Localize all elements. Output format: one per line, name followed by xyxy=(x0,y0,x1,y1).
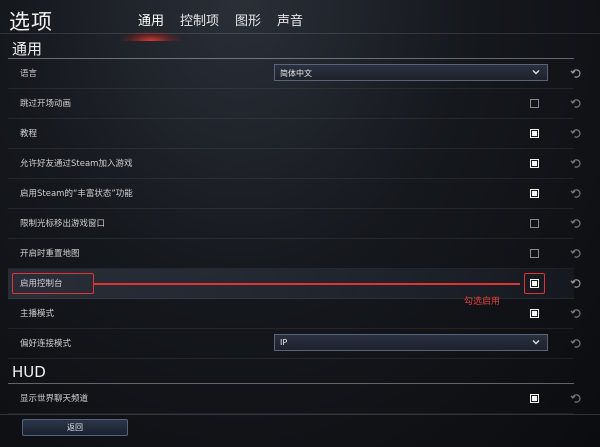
reset-icon[interactable] xyxy=(570,338,581,349)
steam-join-checkbox[interactable] xyxy=(530,159,539,168)
select-value: 简体中文 xyxy=(280,69,312,78)
setting-row-steam-join: 允许好友通过Steam加入游戏 xyxy=(8,149,581,179)
reset-icon[interactable] xyxy=(570,248,581,259)
confine-cursor-checkbox[interactable] xyxy=(530,219,539,228)
connection-mode-select[interactable]: IP xyxy=(274,334,548,351)
reset-icon[interactable] xyxy=(570,158,581,169)
setting-row-connection-mode: 偏好连接模式 IP xyxy=(8,329,581,359)
setting-row-skip-intro: 跳过开场动画 xyxy=(8,89,581,119)
reset-icon[interactable] xyxy=(570,278,581,289)
world-chat-checkbox[interactable] xyxy=(530,394,539,403)
setting-row-rich-presence: 启用Steam的“丰富状态”功能 xyxy=(8,179,581,209)
footer-divider xyxy=(0,414,600,415)
setting-label: 跳过开场动画 xyxy=(20,99,72,109)
rich-presence-checkbox[interactable] xyxy=(530,189,539,198)
setting-label: 显示世界聊天频道 xyxy=(20,394,89,404)
reset-icon[interactable] xyxy=(570,188,581,199)
annotation-label-box xyxy=(12,273,94,294)
page-title: 选项 xyxy=(9,10,53,34)
setting-label: 教程 xyxy=(20,129,38,139)
chevron-down-icon xyxy=(532,340,540,345)
section-title-hud: HUD xyxy=(12,363,46,381)
language-select[interactable]: 简体中文 xyxy=(274,64,548,81)
reset-icon[interactable] xyxy=(570,68,581,79)
select-value: IP xyxy=(280,338,288,347)
setting-row-world-chat: 显示世界聊天频道 xyxy=(8,384,581,414)
setting-label: 限制光标移出游戏窗口 xyxy=(20,219,106,229)
skip-intro-checkbox[interactable] xyxy=(530,99,539,108)
tab-bar: 通用 控制项 图形 声音 xyxy=(119,10,311,41)
reset-map-checkbox[interactable] xyxy=(530,249,539,258)
reset-icon[interactable] xyxy=(570,393,581,404)
setting-label: 开启时重置地图 xyxy=(20,249,80,259)
annotation-connector xyxy=(94,283,520,285)
setting-row-reset-map: 开启时重置地图 xyxy=(8,239,581,269)
setting-row-tutorial: 教程 xyxy=(8,119,581,149)
setting-label: 主播模式 xyxy=(20,309,55,319)
tutorial-checkbox[interactable] xyxy=(530,129,539,138)
section-title-general: 通用 xyxy=(12,40,43,58)
setting-label: 启用Steam的“丰富状态”功能 xyxy=(20,189,133,199)
back-button[interactable]: 返回 xyxy=(22,419,128,436)
setting-label: 语言 xyxy=(20,69,38,79)
tab-sound[interactable]: 声音 xyxy=(269,10,311,29)
streamer-mode-checkbox[interactable] xyxy=(530,309,539,318)
options-header: 选项 通用 控制项 图形 声音 xyxy=(0,0,600,41)
header-divider xyxy=(0,33,600,34)
chevron-down-icon xyxy=(532,70,540,75)
setting-label: 偏好连接模式 xyxy=(20,339,72,349)
setting-row-language: 语言 简体中文 xyxy=(8,59,581,89)
annotation-text: 勾选启用 xyxy=(464,297,501,307)
reset-icon[interactable] xyxy=(570,218,581,229)
tab-controls[interactable]: 控制项 xyxy=(172,10,227,29)
setting-row-confine-cursor: 限制光标移出游戏窗口 xyxy=(8,209,581,239)
reset-icon[interactable] xyxy=(570,128,581,139)
annotation-checkbox-box xyxy=(524,273,545,294)
tab-general[interactable]: 通用 xyxy=(119,10,183,41)
setting-label: 允许好友通过Steam加入游戏 xyxy=(20,159,133,169)
reset-icon[interactable] xyxy=(570,98,581,109)
reset-icon[interactable] xyxy=(570,308,581,319)
tab-graphics[interactable]: 图形 xyxy=(227,10,269,29)
